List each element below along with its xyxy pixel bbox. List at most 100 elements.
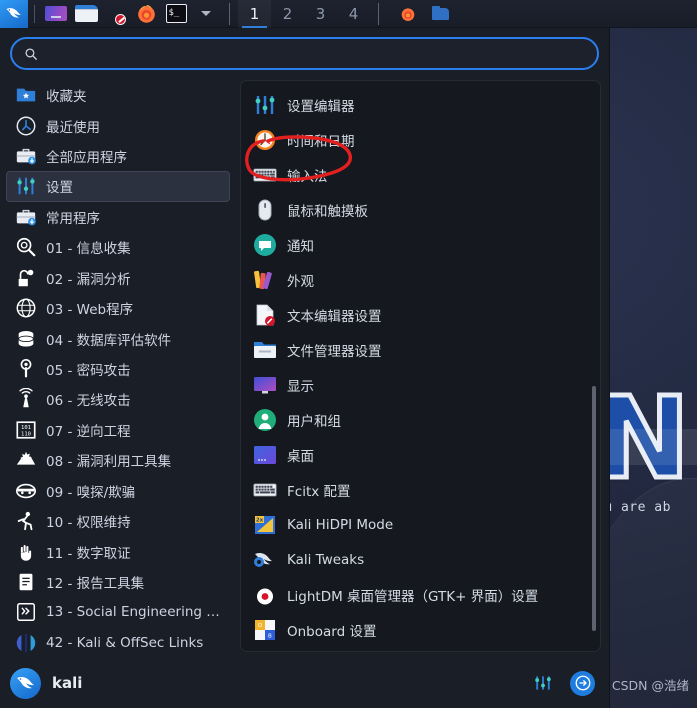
sidebar-item-label: 收藏夹 — [46, 89, 87, 106]
app-list-scrollbar[interactable] — [592, 386, 596, 631]
terminal-launcher[interactable]: $_ — [163, 3, 189, 25]
sidebar-item-database-assessment[interactable]: 04 - 数据库评估软件 — [6, 323, 230, 353]
svg-text:110: 110 — [21, 431, 31, 437]
sidebar-item-label: 设置 — [46, 180, 73, 197]
settings-editor-icon — [255, 95, 275, 114]
logout-power-icon — [575, 675, 590, 691]
sidebar-item-kali-offsec-links[interactable]: 42 - Kali & OffSec Links — [6, 628, 230, 658]
sidebar-item-reporting-tools[interactable]: 12 - 报告工具集 — [6, 567, 230, 597]
app-item-label: Onboard 设置 — [287, 623, 377, 640]
settings-button[interactable] — [530, 670, 556, 696]
mouse-icon — [258, 199, 272, 220]
sidebar-item-label: 05 - 密码攻击 — [46, 363, 131, 379]
workspace-button-3[interactable]: 3 — [304, 0, 337, 28]
application-list-panel: 设置编辑器 时间和日期 输入法 鼠标和触摸板 通知 外观 文本编辑器设置 文件管… — [240, 80, 601, 652]
avatar — [10, 667, 41, 699]
magnifier-icon — [16, 238, 36, 257]
kali-hidpi-icon: 2x — [255, 515, 275, 534]
kali-dragon-logo — [6, 7, 21, 18]
app-item-kali-hidpi-mode[interactable]: 2x Kali HiDPI Mode — [247, 507, 590, 542]
sidebar-item-settings[interactable]: 设置 — [6, 171, 230, 202]
document-edit-icon — [105, 4, 127, 25]
text-editor-launcher[interactable] — [103, 3, 129, 25]
chevron-down-icon — [201, 11, 211, 16]
launcher-overflow-button[interactable] — [193, 3, 219, 25]
sidebar-item-all-applications[interactable]: 全部应用程序 — [6, 141, 230, 171]
desktop-root: NU ou are ab — [0, 0, 697, 708]
firefox-window-button[interactable] — [395, 3, 421, 25]
display-settings-launcher[interactable] — [43, 3, 69, 25]
app-item-lightdm-settings[interactable]: LightDM 桌面管理器（GTK+ 界面）设置 — [247, 577, 590, 612]
app-item-label: 文件管理器设置 — [287, 343, 382, 360]
app-item-text-editor-settings[interactable]: 文本编辑器设置 — [247, 297, 590, 332]
search-box[interactable] — [10, 37, 599, 70]
sidebar-item-label: 全部应用程序 — [46, 150, 127, 167]
terminal-icon: $_ — [165, 4, 187, 23]
sidebar-item-recent[interactable]: 最近使用 — [6, 110, 230, 140]
app-item-label: Kali HiDPI Mode — [287, 516, 394, 533]
firefox-launcher[interactable] — [133, 3, 159, 25]
sidebar-item-label: 12 - 报告工具集 — [46, 575, 145, 592]
app-item-input-method[interactable]: 输入法 — [247, 157, 590, 192]
sidebar-item-information-gathering[interactable]: 01 - 信息收集 — [6, 232, 230, 262]
app-item-users-groups[interactable]: 用户和组 — [247, 402, 590, 437]
workspace-button-4[interactable]: 4 — [337, 0, 370, 28]
app-item-appearance[interactable]: 外观 — [247, 262, 590, 297]
clock-icon — [255, 129, 275, 150]
sidebar-item-forensics[interactable]: 11 - 数字取证 — [6, 536, 230, 566]
sidebar-item-label: 最近使用 — [46, 119, 100, 136]
sniffing-mask-icon — [16, 483, 36, 498]
app-item-mouse-touchpad[interactable]: 鼠标和触摸板 — [247, 192, 590, 227]
app-item-onboard-settings[interactable]: O B Onboard 设置 — [247, 612, 590, 645]
kali-links-icon — [16, 633, 36, 652]
sidebar-item-exploitation-tools[interactable]: 08 - 漏洞利用工具集 — [6, 445, 230, 475]
search-input[interactable] — [46, 46, 585, 61]
kali-menu-button[interactable] — [0, 0, 28, 28]
sidebar-item-label: 07 - 逆向工程 — [46, 423, 131, 440]
sidebar-item-reverse-engineering[interactable]: 101 110 07 - 逆向工程 — [6, 415, 230, 445]
sidebar-item-wireless-attacks[interactable]: 06 - 无线攻击 — [6, 384, 230, 414]
sidebar-item-label: 常用程序 — [46, 210, 100, 227]
app-item-kali-tweaks[interactable]: Kali Tweaks — [247, 542, 590, 577]
settings-sliders-icon — [535, 676, 551, 690]
appearance-palette-icon — [254, 270, 272, 289]
sidebar-item-sniffing-spoofing[interactable]: 09 - 嗅探/欺骗 — [6, 475, 230, 505]
app-item-label: 用户和组 — [287, 413, 341, 430]
sidebar-item-web-applications[interactable]: 03 - Web程序 — [6, 293, 230, 323]
app-item-notifications[interactable]: 通知 — [247, 227, 590, 262]
workspace-button-2[interactable]: 2 — [271, 0, 304, 28]
sidebar-item-frequent[interactable]: 常用程序 — [6, 202, 230, 232]
file-manager-launcher[interactable] — [73, 3, 99, 25]
taskbar-separator-2 — [229, 2, 230, 25]
app-item-label: 显示 — [287, 378, 314, 395]
app-item-time-and-date[interactable]: 时间和日期 — [247, 122, 590, 157]
sidebar-item-social-engineering[interactable]: 13 - Social Engineering Tools — [6, 597, 230, 627]
user-area[interactable]: kali — [10, 667, 83, 699]
logout-button[interactable] — [570, 670, 595, 696]
lightdm-icon — [254, 583, 276, 606]
app-item-label: 时间和日期 — [287, 133, 355, 150]
notification-bubble-icon — [254, 233, 276, 256]
sidebar-item-vulnerability-analysis[interactable]: 02 - 漏洞分析 — [6, 263, 230, 293]
app-item-file-manager-settings[interactable]: 文件管理器设置 — [247, 332, 590, 367]
app-item-fcitx-config[interactable]: Fcitx 配置 — [247, 472, 590, 507]
application-menu: 收藏夹 最近使用 全部应用程序 设置 常用程序 01 - 信息收集 02 - 漏… — [0, 28, 610, 708]
top-taskbar: $_ 1 2 3 4 — [0, 0, 697, 28]
file-manager-window-button[interactable] — [427, 3, 453, 25]
app-item-display[interactable]: 显示 — [247, 367, 590, 402]
menu-panes: 收藏夹 最近使用 全部应用程序 设置 常用程序 01 - 信息收集 02 - 漏… — [0, 76, 609, 658]
svg-text:O: O — [258, 623, 263, 629]
app-item-desktop[interactable]: 桌面 — [247, 437, 590, 472]
sidebar-item-favorites[interactable]: 收藏夹 — [6, 80, 230, 110]
sidebar-item-label: 13 - Social Engineering Tools — [46, 604, 221, 621]
username-label: kali — [52, 674, 83, 692]
app-item-settings-editor[interactable]: 设置编辑器 — [247, 87, 590, 122]
sidebar-item-password-attacks[interactable]: 05 - 密码攻击 — [6, 354, 230, 384]
app-item-label: 设置编辑器 — [287, 98, 355, 115]
search-icon — [25, 47, 37, 60]
monitor-icon — [45, 6, 67, 21]
workspace-button-1[interactable]: 1 — [238, 0, 271, 28]
sidebar-item-label: 10 - 权限维持 — [46, 515, 131, 532]
sidebar-item-post-exploitation[interactable]: 10 - 权限维持 — [6, 506, 230, 536]
desktop-icon — [254, 445, 276, 464]
